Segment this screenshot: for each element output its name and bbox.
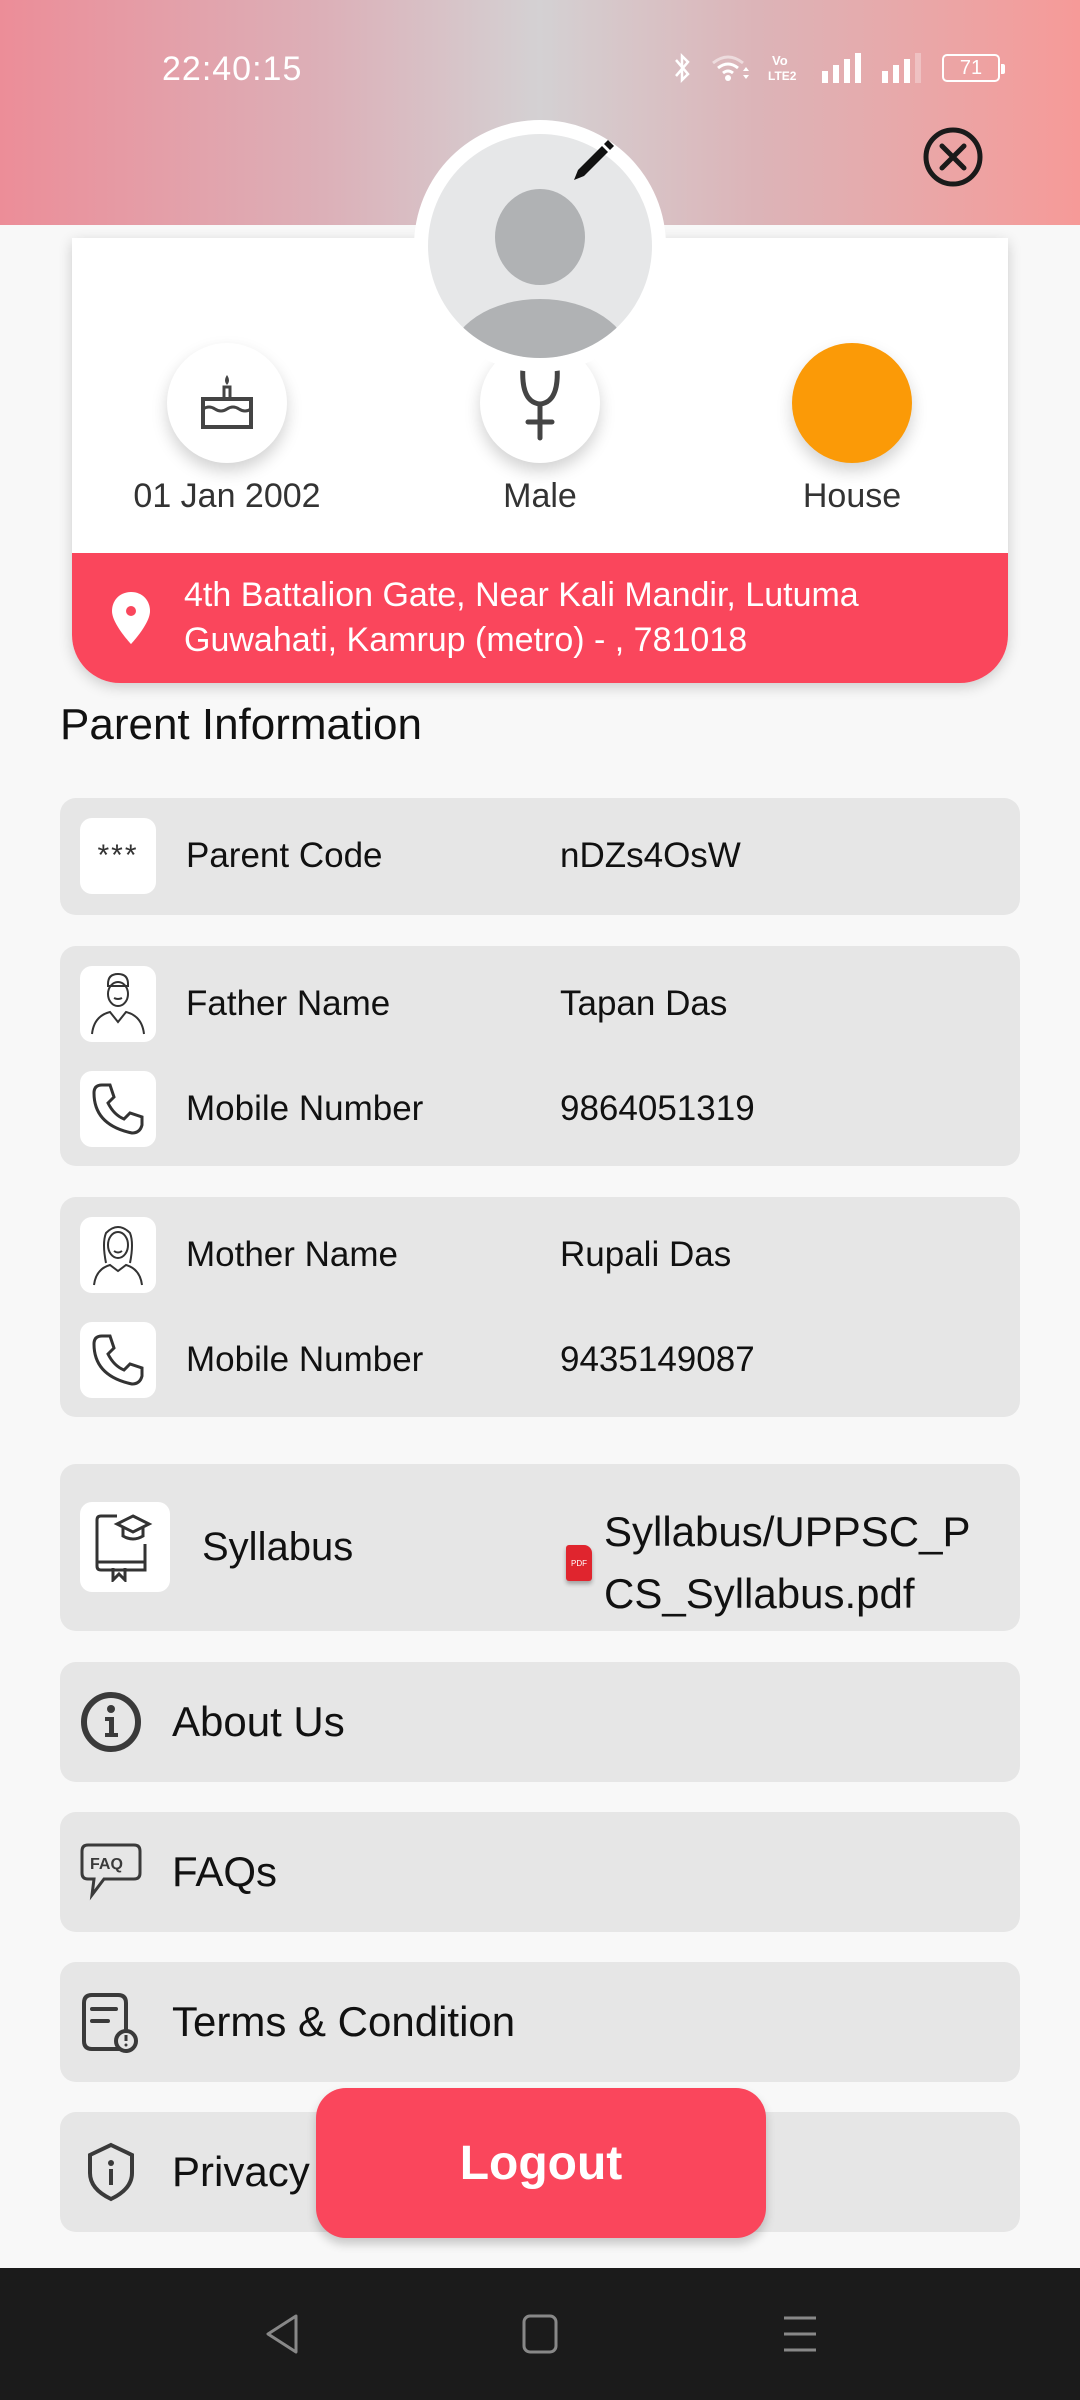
avatar-placeholder-icon xyxy=(428,134,652,358)
address-line2: Guwahati, Kamrup (metro) - , 781018 xyxy=(184,621,748,659)
mother-card: Mother Name Rupali Das Mobile Number 943… xyxy=(60,1197,1020,1417)
parent-code-row: *** Parent Code nDZs4OsW xyxy=(80,818,1000,894)
pdf-file-icon: PDF xyxy=(566,1545,592,1581)
volte-icon: VoLTE2 xyxy=(768,53,797,83)
logout-button[interactable]: Logout xyxy=(316,2088,766,2238)
syllabus-file-link[interactable]: PDF Syllabus/UPPSC_P CS_Syllabus.pdf xyxy=(566,1501,971,1625)
syllabus-row: Syllabus PDF Syllabus/UPPSC_P CS_Syllabu… xyxy=(80,1501,1000,1617)
address-text: 4th Battalion Gate, Near Kali Mandir, Lu… xyxy=(184,573,859,663)
signal-icon xyxy=(882,53,921,83)
password-icon: *** xyxy=(80,818,156,894)
father-name-label: Father Name xyxy=(186,984,391,1023)
parent-code-label: Parent Code xyxy=(186,836,383,875)
recents-icon[interactable] xyxy=(780,2310,820,2358)
battery-level: 71 xyxy=(959,56,983,79)
dob-stat: 01 Jan 2002 xyxy=(97,343,357,516)
mother-name-label: Mother Name xyxy=(186,1235,399,1274)
menu-item-faqs[interactable]: FAQ FAQs xyxy=(60,1812,1020,1932)
menu-label: Privacy xyxy=(172,2148,310,2195)
man-avatar-icon xyxy=(80,966,156,1042)
back-icon[interactable] xyxy=(262,2310,302,2358)
phone-icon xyxy=(80,1322,156,1398)
mother-name-value: Rupali Das xyxy=(560,1235,732,1274)
father-card: Father Name Tapan Das Mobile Number 9864… xyxy=(60,946,1020,1166)
parent-code-card: *** Parent Code nDZs4OsW xyxy=(60,798,1020,915)
file-name-line2: CS_Syllabus.pdf xyxy=(604,1570,915,1617)
bluetooth-icon xyxy=(675,52,690,84)
house-stat: House xyxy=(722,343,982,516)
gender-value: Male xyxy=(503,477,577,515)
father-name-value: Tapan Das xyxy=(560,984,728,1023)
father-mobile-label: Mobile Number xyxy=(186,1089,424,1128)
info-icon xyxy=(81,1692,141,1752)
house-value: House xyxy=(802,477,902,515)
menu-label: FAQs xyxy=(172,1848,278,1895)
avatar[interactable] xyxy=(414,120,666,372)
faq-icon: FAQ xyxy=(80,1843,142,1901)
pencil-icon[interactable] xyxy=(566,138,616,188)
father-name-row: Father Name Tapan Das xyxy=(80,966,1000,1042)
woman-avatar-icon xyxy=(80,1217,156,1293)
pdf-badge: PDF xyxy=(571,1558,587,1568)
father-mobile-value[interactable]: 9864051319 xyxy=(560,1089,755,1129)
menu-label: About Us xyxy=(172,1698,345,1745)
menu-item-about-us[interactable]: About Us xyxy=(60,1662,1020,1782)
phone-icon xyxy=(80,1071,156,1147)
syllabus-file-name: Syllabus/UPPSC_P CS_Syllabus.pdf xyxy=(604,1501,971,1625)
parent-code-value: nDZs4OsW xyxy=(560,836,741,875)
file-name-line1: Syllabus/UPPSC_P xyxy=(604,1508,971,1555)
signal-icon xyxy=(822,53,861,83)
close-icon[interactable] xyxy=(922,126,984,188)
status-icons: Vo LTE2 71 xyxy=(672,52,1005,84)
menu-label: Terms & Condition xyxy=(172,1998,516,2045)
father-mobile-row: Mobile Number 9864051319 xyxy=(80,1071,1000,1147)
syllabus-label: Syllabus xyxy=(202,1524,354,1569)
wifi-icon xyxy=(712,55,749,81)
svg-text:LTE2: LTE2 xyxy=(768,69,797,83)
menu-item-terms[interactable]: Terms & Condition xyxy=(60,1962,1020,2082)
shield-icon xyxy=(88,2142,134,2202)
home-icon[interactable] xyxy=(520,2310,560,2358)
mother-mobile-value[interactable]: 9435149087 xyxy=(560,1340,755,1380)
syllabus-book-icon xyxy=(80,1502,170,1592)
birthday-cake-icon xyxy=(167,343,287,463)
mother-mobile-row: Mobile Number 9435149087 xyxy=(80,1322,1000,1398)
address-line1: 4th Battalion Gate, Near Kali Mandir, Lu… xyxy=(184,576,859,614)
mother-name-row: Mother Name Rupali Das xyxy=(80,1217,1000,1293)
section-title: Parent Information xyxy=(60,700,422,749)
mother-mobile-label: Mobile Number xyxy=(186,1340,424,1379)
status-time: 22:40:15 xyxy=(162,50,303,88)
syllabus-card: Syllabus PDF Syllabus/UPPSC_P CS_Syllabu… xyxy=(60,1464,1020,1631)
svg-text:FAQ: FAQ xyxy=(90,1856,123,1873)
terms-icon xyxy=(82,1993,138,2053)
battery-indicator: 71 xyxy=(942,54,1005,82)
house-color-indicator xyxy=(792,343,912,463)
system-navigation-bar xyxy=(0,2268,1080,2400)
svg-text:Vo: Vo xyxy=(772,53,788,68)
location-pin-icon xyxy=(112,592,150,644)
dob-value: 01 Jan 2002 xyxy=(133,477,321,515)
address-bar: 4th Battalion Gate, Near Kali Mandir, Lu… xyxy=(72,553,1008,683)
